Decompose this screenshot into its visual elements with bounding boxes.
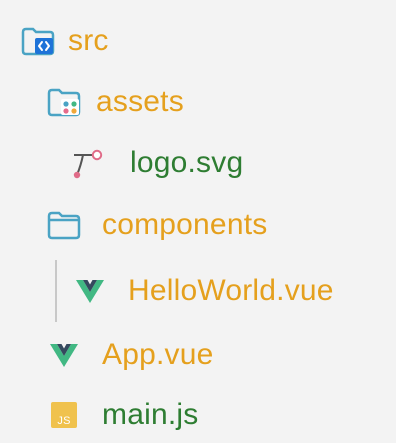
tree-item-assets[interactable]: assets — [44, 75, 184, 129]
tree-item-helloworld-vue[interactable]: HelloWorld.vue — [70, 264, 334, 318]
tree-item-label: App.vue — [102, 338, 214, 371]
folder-assets-icon — [44, 82, 84, 122]
tree-item-label: main.js — [102, 398, 199, 431]
tree-item-label: components — [102, 208, 268, 241]
tree-item-main-js[interactable]: JS main.js — [44, 388, 198, 442]
tree-item-logo-svg[interactable]: logo.svg — [68, 136, 243, 190]
tree-item-src[interactable]: src — [18, 14, 109, 68]
folder-source-icon — [18, 21, 58, 61]
file-tree: src assets logo.svg components HelloWorl… — [0, 0, 396, 443]
indent-guide — [55, 260, 57, 322]
js-badge-text: JS — [57, 415, 70, 427]
tree-item-components[interactable]: components — [44, 198, 267, 252]
tree-item-app-vue[interactable]: App.vue — [44, 328, 213, 382]
tree-item-label: src — [68, 24, 109, 57]
tree-item-label: HelloWorld.vue — [128, 274, 334, 307]
tree-item-label: assets — [96, 85, 184, 118]
vue-icon — [70, 271, 110, 311]
svg-file-icon — [68, 143, 108, 183]
folder-icon — [44, 205, 84, 245]
vue-icon — [44, 335, 84, 375]
tree-item-label: logo.svg — [130, 146, 244, 179]
js-file-icon: JS — [44, 395, 84, 435]
